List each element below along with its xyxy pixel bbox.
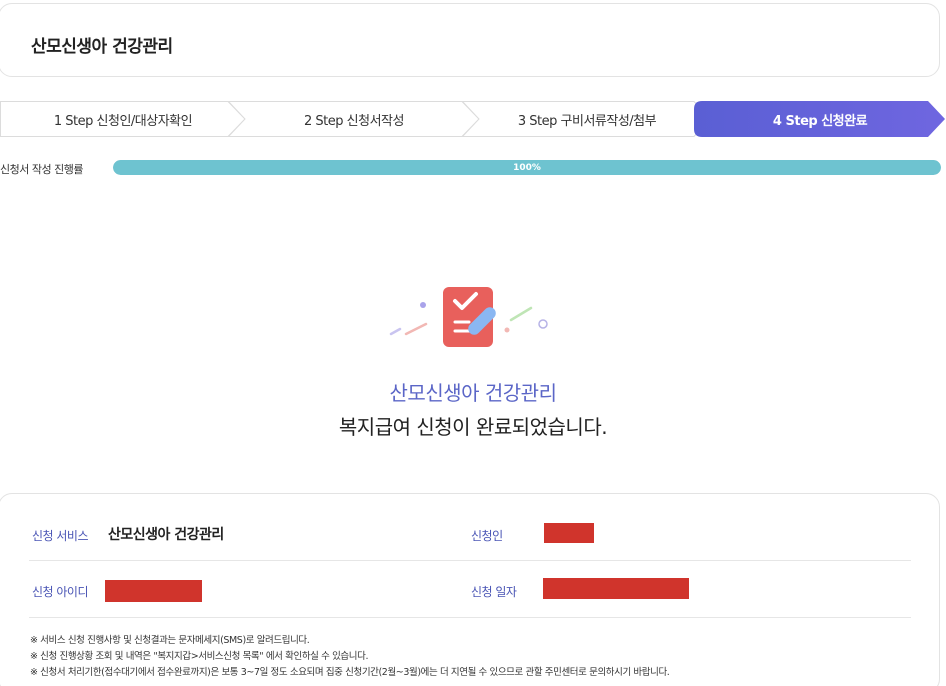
checklist-pencil-icon [389,287,548,347]
notice-processing-time: ※ 신청서 처리기한(접수대기에서 접수완료까지)은 보통 3~7일 정도 소요… [30,667,670,678]
step-3: 3 Step 구비서류작성/첨부 [462,101,712,137]
applicant-label: 신청인 [471,529,503,543]
notice-sms: ※ 서비스 신청 진행사항 및 신청결과는 문자메세지(SMS)로 알려드립니다… [30,635,310,646]
page-title: 산모신생아 건강관리 [31,37,173,57]
step-4-label: 4 Step 신청완료 [772,113,868,129]
step-2: 2 Step 신청서작성 [228,101,480,137]
step-indicator: 1 Step 신청인/대상자확인 2 Step 신청서작성 3 Step 구비서… [0,101,946,137]
step-3-label: 3 Step 구비서류작성/첨부 [517,113,657,129]
step-1: 1 Step 신청인/대상자확인 [0,101,246,137]
applicant-redacted [544,523,594,543]
page: 산모신생아 건강관리 1 Step 신청인/대상자확인 2 Step 신청서작성… [0,0,946,686]
completion-service-name: 산모신생아 건강관리 [389,381,557,405]
service-label: 신청 서비스 [32,529,89,543]
notice-status: ※ 신청 진행상황 조회 및 내역은 "복지지갑>서비스신청 목록" 에서 확인… [30,651,369,662]
progress-fill: 100% [113,160,941,175]
progress-label: 신청서 작성 진행률 [0,163,83,176]
divider [29,617,911,618]
progress-bar: 100% [113,160,941,175]
step-2-label: 2 Step 신청서작성 [304,113,404,129]
divider [29,560,911,561]
date-label: 신청 일자 [471,585,517,599]
service-value: 산모신생아 건강관리 [108,527,224,543]
id-redacted [105,580,202,602]
step-4: 4 Step 신청완료 [694,101,946,137]
step-1-label: 1 Step 신청인/대상자확인 [53,113,193,129]
completion-message: 복지급여 신청이 완료되었습니다. [338,415,608,439]
date-redacted [543,578,689,599]
progress-percent: 100% [513,162,541,173]
application-info-card: 신청 서비스 산모신생아 건강관리 신청인 신청 아이디 신청 일자 ※ 서비스… [0,493,940,686]
id-label: 신청 아이디 [32,585,89,599]
header-card: 산모신생아 건강관리 [0,3,940,77]
